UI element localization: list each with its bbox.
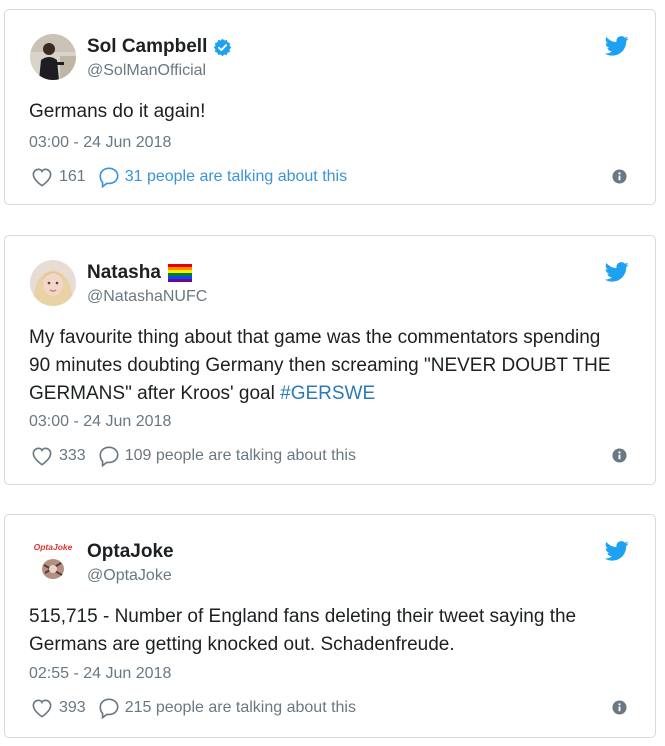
tweet-card: Sol Campbell @SolManOfficial Germans do … bbox=[4, 9, 656, 205]
avatar-logo-text: OptaJoke bbox=[34, 542, 73, 552]
heart-icon[interactable] bbox=[31, 446, 53, 466]
author-name[interactable]: Sol Campbell bbox=[87, 36, 207, 58]
author-name[interactable]: OptaJoke bbox=[87, 541, 174, 563]
twitter-bird-icon[interactable] bbox=[605, 262, 629, 282]
info-icon[interactable] bbox=[612, 448, 627, 463]
twitter-bird-icon[interactable] bbox=[605, 36, 629, 56]
info-icon[interactable] bbox=[612, 700, 627, 715]
reply-bubble-icon[interactable] bbox=[98, 445, 120, 467]
tweet-timestamp[interactable]: 03:00 - 24 Jun 2018 bbox=[29, 413, 171, 431]
heart-icon[interactable] bbox=[31, 167, 53, 187]
tweet-card: OptaJoke OptaJoke @OptaJoke 515,715 - Nu… bbox=[4, 514, 656, 738]
verified-badge-icon bbox=[214, 38, 232, 56]
author-handle[interactable]: @SolManOfficial bbox=[87, 62, 206, 80]
tweet-timestamp[interactable]: 02:55 - 24 Jun 2018 bbox=[29, 665, 171, 683]
like-count: 333 bbox=[59, 447, 86, 464]
like-count: 161 bbox=[59, 168, 86, 185]
avatar-logo: OptaJoke bbox=[30, 539, 76, 585]
reply-bubble-icon[interactable] bbox=[98, 697, 120, 719]
avatar[interactable] bbox=[30, 34, 76, 80]
tweet-text: My favourite thing about that game was t… bbox=[29, 324, 625, 408]
author-name[interactable]: Natasha bbox=[87, 262, 161, 284]
avatar-photo bbox=[30, 260, 76, 306]
author-handle[interactable]: @NatashaNUFC bbox=[87, 288, 207, 306]
talking-link[interactable]: 215 people are talking about this bbox=[125, 699, 356, 717]
author-handle[interactable]: @OptaJoke bbox=[87, 567, 172, 585]
like-count: 393 bbox=[59, 699, 86, 716]
tweet-timestamp[interactable]: 03:00 - 24 Jun 2018 bbox=[29, 134, 171, 152]
avatar[interactable]: OptaJoke bbox=[30, 539, 76, 585]
talking-link[interactable]: 31 people are talking about this bbox=[125, 168, 347, 186]
talking-link[interactable]: 109 people are talking about this bbox=[125, 447, 356, 465]
avatar-photo bbox=[30, 34, 76, 80]
twitter-bird-icon[interactable] bbox=[605, 541, 629, 561]
hashtag-link[interactable]: #GERSWE bbox=[280, 383, 375, 404]
rainbow-flag-icon bbox=[167, 264, 192, 282]
tweet-text: 515,715 - Number of England fans deletin… bbox=[29, 606, 577, 655]
info-icon[interactable] bbox=[612, 169, 627, 184]
tweet-text: Germans do it again! bbox=[29, 101, 206, 122]
avatar[interactable] bbox=[30, 260, 76, 306]
tweet-card: Natasha @NatashaNUFC My favourite thing … bbox=[4, 235, 656, 485]
reply-bubble-icon[interactable] bbox=[98, 166, 120, 188]
heart-icon[interactable] bbox=[31, 698, 53, 718]
